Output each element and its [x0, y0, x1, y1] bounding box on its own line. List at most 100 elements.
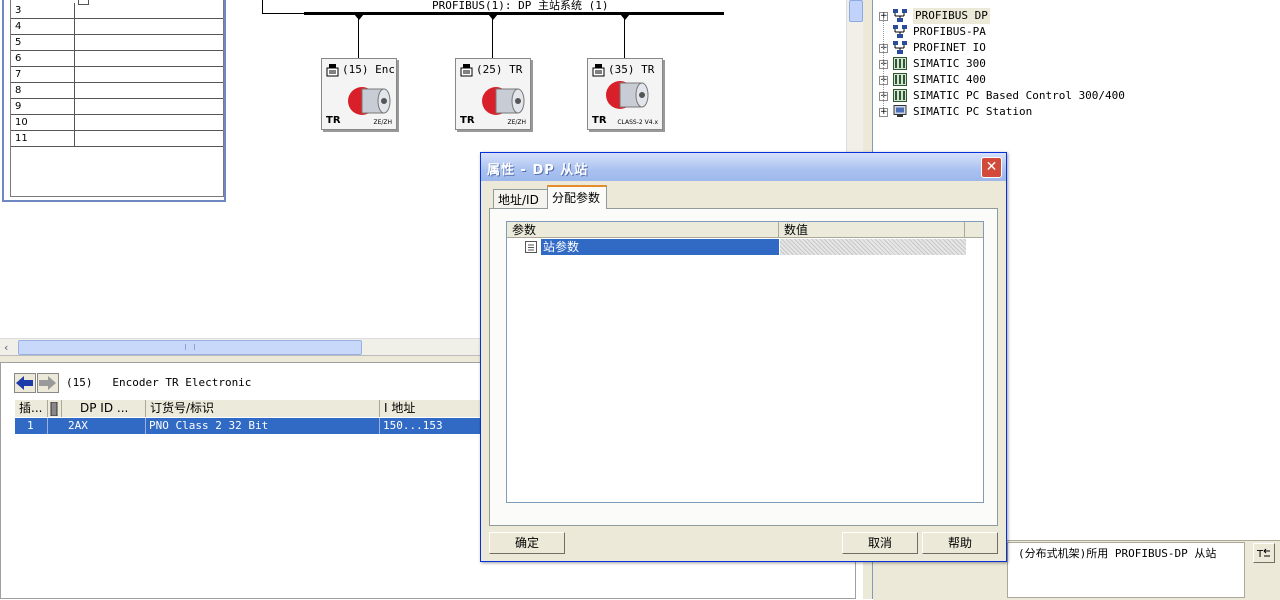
tree-item-label: PROFINET IO: [913, 41, 986, 54]
tab-assign-parameters[interactable]: 分配参数: [547, 185, 607, 209]
col-order-number[interactable]: 订货号/标识: [146, 400, 380, 417]
rack-row[interactable]: 10: [11, 115, 223, 131]
close-button[interactable]: ✕: [981, 157, 1002, 178]
dialog-titlebar[interactable]: 属性 - DP 从站 ✕: [481, 153, 1006, 181]
scrollbar-thumb[interactable]: [849, 0, 863, 22]
encoder-icon: [478, 81, 526, 120]
tree-connector: [883, 18, 885, 108]
encoder-icon: [602, 75, 650, 114]
pc-icon: [893, 105, 907, 118]
master-link-line: [262, 13, 304, 14]
profibus-line[interactable]: [304, 12, 724, 15]
rack-slot-number: 8: [15, 85, 22, 96]
tree-item-label: SIMATIC PC Based Control 300/400: [913, 89, 1125, 102]
rack-row[interactable]: 8: [11, 83, 223, 99]
back-button[interactable]: [14, 373, 36, 393]
detail-table-header: 插... DP ID ... 订货号/标识 I 地址: [15, 400, 495, 417]
rack-slot-number: 10: [15, 117, 28, 128]
rack-window: 3 4 5 6 7 8 9 10 11: [2, 0, 226, 202]
rack-slot-number: 11: [15, 133, 28, 144]
svg-text:T: T: [1256, 549, 1264, 559]
network-icon: [893, 9, 907, 22]
rack-slot-number: 6: [15, 53, 22, 64]
tree-item-label: PROFIBUS DP: [913, 8, 990, 24]
tree-item-label: SIMATIC 400: [913, 73, 986, 86]
rack-row[interactable]: 5: [11, 35, 223, 51]
rack-slot-number: 7: [15, 69, 22, 80]
catalog-description: (分布式机架)所用 PROFIBUS-DP 从站: [1007, 542, 1245, 598]
dp-slave-station[interactable]: (15) Enco TR ZE/ZH: [321, 58, 397, 130]
dialog-title: 属性 - DP 从站: [487, 163, 589, 178]
col-i-address[interactable]: I 地址: [380, 400, 495, 417]
scroll-left-icon[interactable]: ‹: [4, 341, 8, 354]
dp-slave-station[interactable]: (35) TR C TR CLASS-2 V4.x: [587, 58, 663, 130]
rack-row[interactable]: 6: [11, 51, 223, 67]
tab-label: 地址/ID: [498, 193, 539, 207]
network-icon: [893, 25, 907, 38]
network-horizontal-scrollbar[interactable]: ‹: [0, 338, 480, 355]
rack-icon: [893, 89, 907, 102]
col-value[interactable]: 数值: [779, 222, 965, 238]
cancel-label: 取消: [867, 536, 892, 550]
table-row[interactable]: 站参数: [507, 239, 966, 256]
cancel-button[interactable]: 取消: [842, 532, 918, 554]
station-tag: CLASS-2 V4.x: [617, 119, 658, 126]
master-link-line: [262, 0, 263, 14]
encoder-icon: [344, 81, 392, 120]
arrow-right-icon: [39, 376, 57, 393]
help-label: 帮助: [947, 536, 972, 550]
parameter-table: 参数 数值 站参数: [506, 221, 984, 503]
cell-slot: 1: [15, 418, 48, 434]
rack-row[interactable]: 9: [11, 99, 223, 115]
cell-parameter: 站参数: [541, 239, 779, 255]
cell-order: PNO Class 2 32 Bit: [146, 418, 380, 434]
rack-slot-number: 9: [15, 101, 22, 112]
rack-row[interactable]: 4: [11, 19, 223, 35]
rack-icon: [893, 57, 907, 70]
forward-button[interactable]: [37, 373, 59, 393]
help-button[interactable]: 帮助: [922, 532, 998, 554]
properties-dialog: 属性 - DP 从站 ✕ 地址/ID 分配参数 参数 数值 站参数 确定 取消 …: [480, 152, 1007, 562]
scrollbar-thumb[interactable]: [18, 340, 362, 355]
network-icon: [893, 41, 907, 54]
ok-button[interactable]: 确定: [489, 532, 565, 554]
tab-address-id[interactable]: 地址/ID: [493, 189, 549, 209]
arrow-left-icon: [16, 376, 34, 393]
cell-dp-id: 2AX: [48, 418, 146, 434]
tree-item-label: SIMATIC PC Station: [913, 105, 1033, 118]
bus-connector-icon: [354, 14, 364, 20]
close-icon: ✕: [985, 159, 998, 175]
tree-item-label: PROFIBUS-PA: [913, 25, 986, 38]
tab-panel: 参数 数值 站参数: [489, 208, 998, 526]
rack-icon: [893, 73, 907, 86]
cell-value[interactable]: [780, 239, 966, 255]
expand-icon[interactable]: +: [879, 108, 888, 117]
station-link: [624, 18, 625, 58]
tab-label: 分配参数: [552, 191, 601, 205]
rack-slot-number: 4: [15, 21, 22, 32]
bus-connector-icon: [620, 14, 630, 20]
station-tag: ZE/ZH: [373, 119, 392, 126]
ok-label: 确定: [514, 536, 539, 550]
rack-row[interactable]: 3: [11, 3, 223, 19]
station-link: [358, 18, 359, 58]
rack-row[interactable]: 7: [11, 67, 223, 83]
cell-i-address: 150...153: [380, 418, 481, 434]
module-icon-column: [48, 400, 62, 417]
dp-slave-station[interactable]: (25) TR Z TR ZE/ZH: [455, 58, 531, 130]
header-filler: [965, 222, 983, 238]
rack-row[interactable]: 11: [11, 131, 223, 147]
tree-item-label: SIMATIC 300: [913, 57, 986, 70]
station-label: (15) Enco: [342, 63, 394, 76]
col-slot[interactable]: 插...: [15, 400, 48, 417]
station-tag: ZE/ZH: [507, 119, 526, 126]
parameter-folder-icon: [525, 241, 537, 256]
station-label: (25) TR Z: [476, 63, 528, 76]
table-row[interactable]: 1 2AX PNO Class 2 32 Bit 150...153: [15, 418, 481, 434]
detail-title: (15) Encoder TR Electronic: [66, 376, 252, 389]
col-parameter[interactable]: 参数: [507, 222, 779, 238]
tc-icon[interactable]: T: [1253, 543, 1275, 563]
rack-table: 3 4 5 6 7 8 9 10 11: [10, 0, 224, 197]
col-dp-id[interactable]: DP ID ...: [62, 400, 146, 417]
tr-logo: TR: [592, 115, 607, 126]
